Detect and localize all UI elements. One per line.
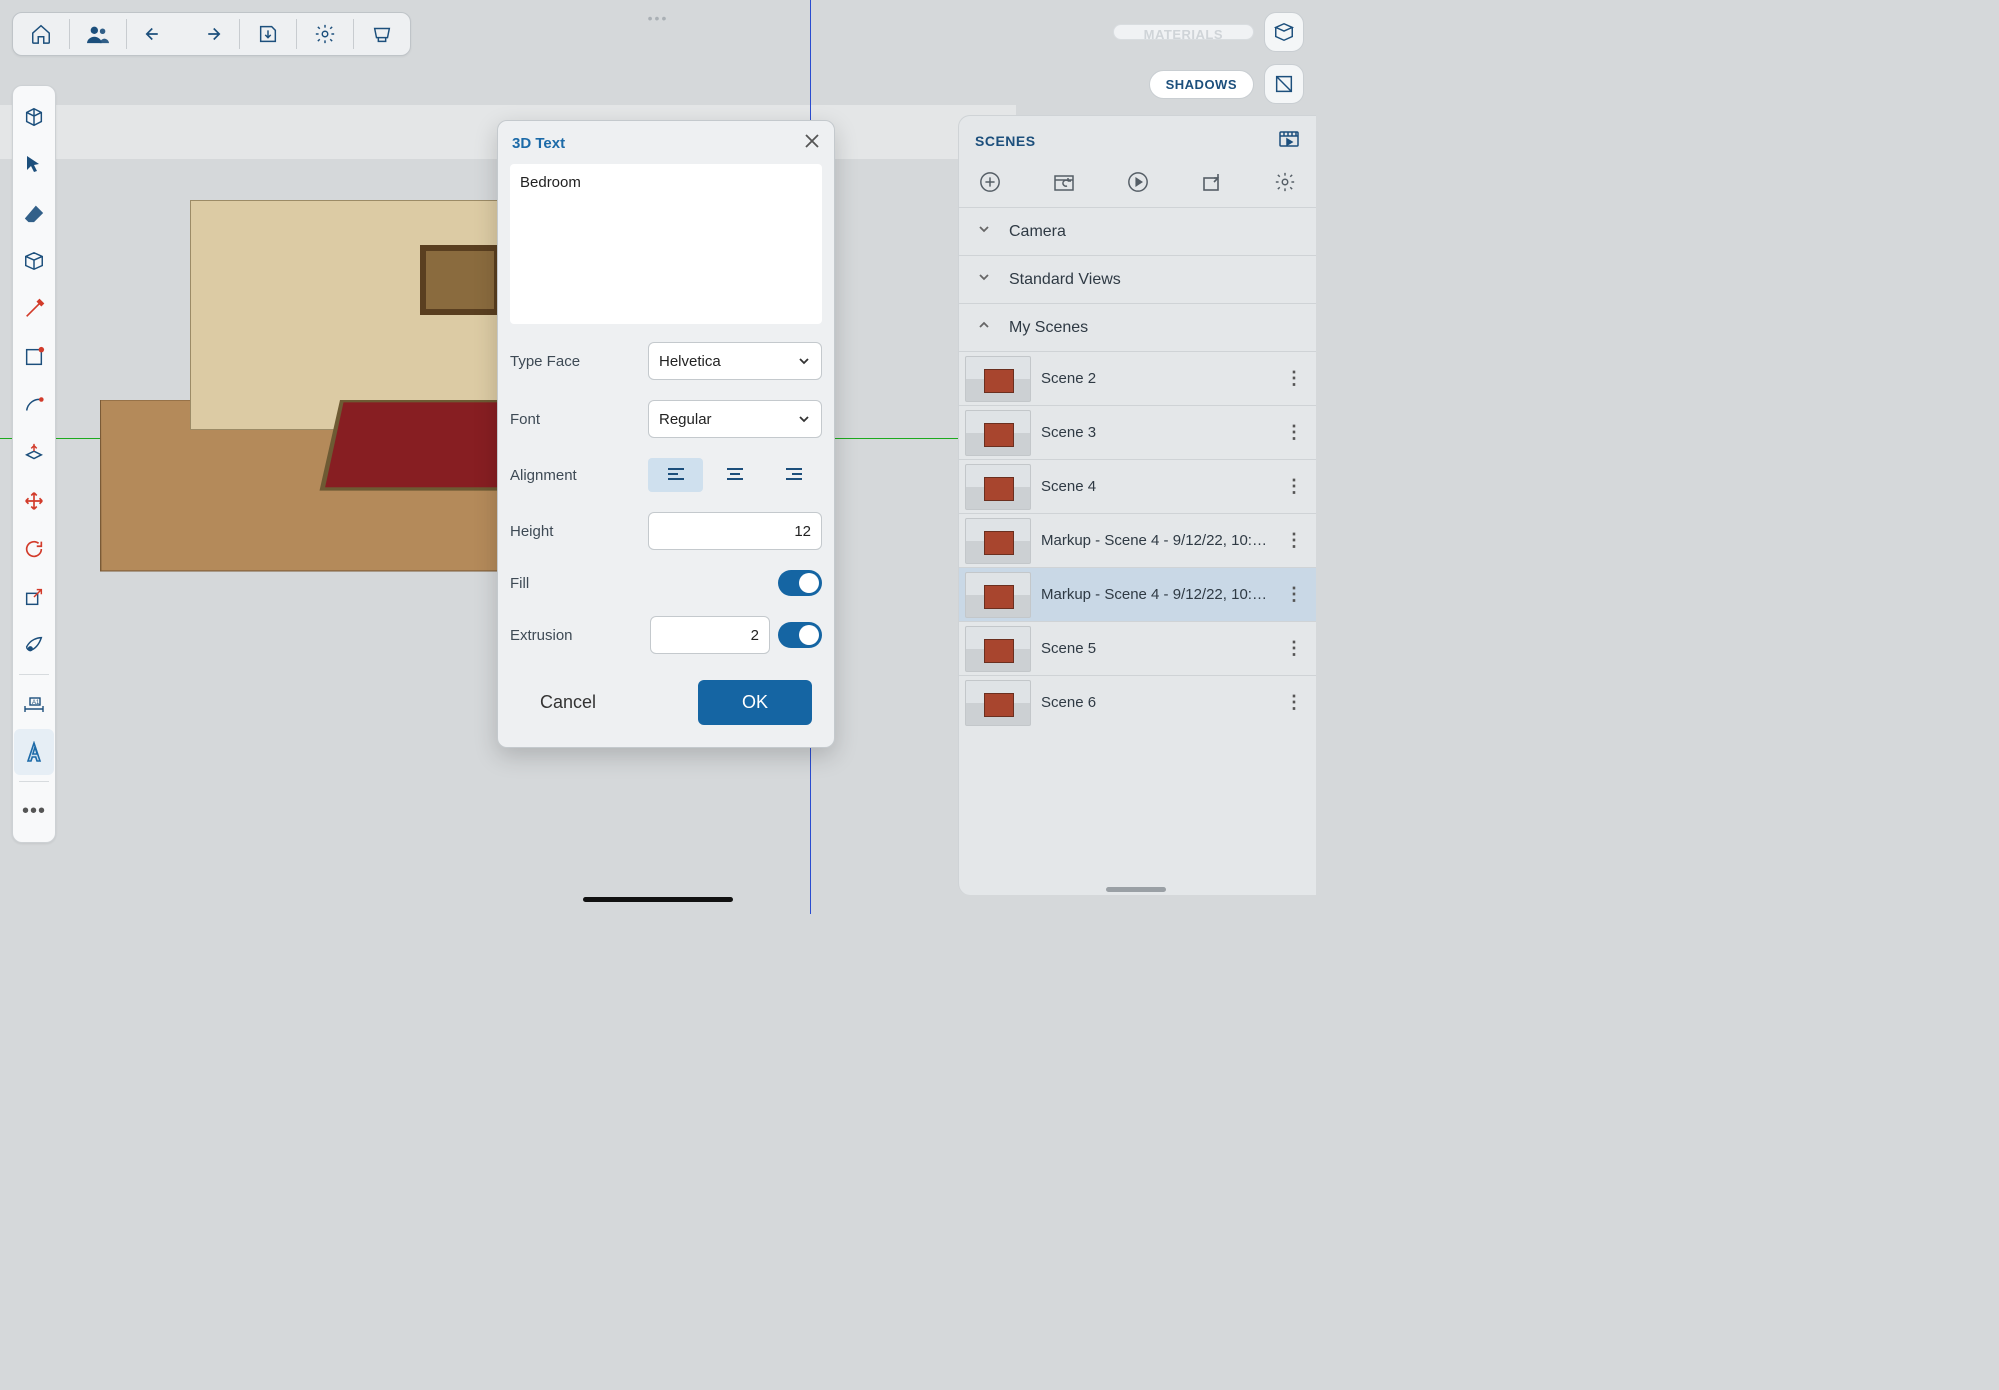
accordion-standard-views[interactable]: Standard Views bbox=[959, 255, 1316, 303]
typeface-select[interactable]: Helvetica bbox=[648, 342, 822, 380]
shadows-panel-button[interactable] bbox=[1264, 64, 1304, 104]
close-icon[interactable] bbox=[804, 133, 820, 154]
scene-row[interactable]: Scene 5 ⋮ bbox=[959, 621, 1316, 675]
scene-row[interactable]: Markup - Scene 4 - 9/12/22, 10:27 AM ⋮ bbox=[959, 513, 1316, 567]
scene-more-icon[interactable]: ⋮ bbox=[1279, 692, 1308, 713]
home-button[interactable] bbox=[13, 13, 69, 55]
scenes-animation-icon[interactable] bbox=[1278, 128, 1300, 153]
3d-text-tool[interactable] bbox=[14, 729, 54, 775]
scene-more-icon[interactable]: ⋮ bbox=[1279, 368, 1308, 389]
top-toolbar bbox=[12, 12, 411, 56]
extrusion-toggle[interactable] bbox=[778, 622, 822, 648]
orbit-tool[interactable] bbox=[14, 94, 54, 140]
paint-tool[interactable] bbox=[14, 622, 54, 668]
extrusion-label: Extrusion bbox=[510, 627, 573, 644]
scene-thumbnail bbox=[965, 626, 1031, 672]
scene-row[interactable]: Scene 6 ⋮ bbox=[959, 675, 1316, 729]
font-label: Font bbox=[510, 411, 540, 428]
alignment-label: Alignment bbox=[510, 467, 577, 484]
scene-thumbnail bbox=[965, 572, 1031, 618]
text-input[interactable]: Bedroom bbox=[510, 164, 822, 324]
fill-toggle[interactable] bbox=[778, 570, 822, 596]
chevron-down-icon bbox=[797, 354, 811, 368]
font-select[interactable]: Regular bbox=[648, 400, 822, 438]
scene-more-icon[interactable]: ⋮ bbox=[1279, 584, 1308, 605]
select-tool[interactable] bbox=[14, 142, 54, 188]
scene-thumbnail bbox=[965, 464, 1031, 510]
pushpull-tool[interactable] bbox=[14, 430, 54, 476]
cancel-button[interactable]: Cancel bbox=[520, 682, 616, 723]
materials-panel-button[interactable] bbox=[1264, 12, 1304, 52]
play-scene-button[interactable] bbox=[1123, 167, 1153, 197]
home-indicator bbox=[583, 897, 733, 902]
scene-label: Scene 2 bbox=[1041, 370, 1269, 387]
settings-button[interactable] bbox=[297, 13, 353, 55]
scene-row[interactable]: Scene 3 ⋮ bbox=[959, 405, 1316, 459]
svg-text:A1: A1 bbox=[32, 700, 40, 706]
align-right-button[interactable] bbox=[767, 458, 822, 492]
line-tool[interactable] bbox=[14, 286, 54, 332]
dialog-title: 3D Text bbox=[512, 135, 565, 152]
scene-row[interactable]: Markup - Scene 4 - 9/12/22, 10:35 AM ⋮ bbox=[959, 567, 1316, 621]
scene-label: Scene 3 bbox=[1041, 424, 1269, 441]
scene-label: Scene 6 bbox=[1041, 694, 1269, 711]
scene-thumbnail bbox=[965, 356, 1031, 402]
rotate-tool[interactable] bbox=[14, 526, 54, 572]
height-label: Height bbox=[510, 523, 553, 540]
scene-thumbnail bbox=[965, 410, 1031, 456]
align-left-button[interactable] bbox=[648, 458, 703, 492]
add-scene-button[interactable] bbox=[975, 167, 1005, 197]
print-button[interactable] bbox=[354, 13, 410, 55]
scene-more-icon[interactable]: ⋮ bbox=[1279, 530, 1308, 551]
scene-row[interactable]: Scene 4 ⋮ bbox=[959, 459, 1316, 513]
scenes-title: SCENES bbox=[975, 133, 1036, 149]
panel-resize-handle[interactable] bbox=[1106, 887, 1166, 892]
fill-label: Fill bbox=[510, 575, 529, 592]
tool-rail: A1 ••• bbox=[12, 85, 56, 843]
window-grabber[interactable]: ••• bbox=[648, 10, 669, 26]
scene-more-icon[interactable]: ⋮ bbox=[1279, 476, 1308, 497]
update-scene-button[interactable] bbox=[1049, 167, 1079, 197]
export-scene-button[interactable] bbox=[1196, 167, 1226, 197]
accordion-camera[interactable]: Camera bbox=[959, 207, 1316, 255]
scene-settings-button[interactable] bbox=[1270, 167, 1300, 197]
scene-thumbnail bbox=[965, 518, 1031, 564]
rectangle-tool[interactable] bbox=[14, 238, 54, 284]
accordion-my-scenes[interactable]: My Scenes bbox=[959, 303, 1316, 351]
right-panel-toggles: MATERIALS SHADOWS bbox=[1113, 12, 1304, 104]
scene-label: Scene 5 bbox=[1041, 640, 1269, 657]
chevron-down-icon bbox=[797, 412, 811, 426]
more-tools[interactable]: ••• bbox=[14, 788, 54, 834]
dimension-tool[interactable]: A1 bbox=[14, 681, 54, 727]
undo-button[interactable] bbox=[127, 13, 183, 55]
scene-list: Scene 2⋮Scene 3⋮Scene 4⋮Markup - Scene 4… bbox=[959, 351, 1316, 729]
scene-more-icon[interactable]: ⋮ bbox=[1279, 422, 1308, 443]
shapes-tool[interactable] bbox=[14, 334, 54, 380]
arc-tool[interactable] bbox=[14, 382, 54, 428]
collaborators-button[interactable] bbox=[70, 13, 126, 55]
height-input[interactable]: 12 bbox=[648, 512, 822, 550]
scene-label: Markup - Scene 4 - 9/12/22, 10:35 AM bbox=[1041, 586, 1269, 603]
materials-pill[interactable]: MATERIALS bbox=[1113, 24, 1254, 40]
redo-button[interactable] bbox=[183, 13, 239, 55]
scenes-panel: SCENES Camera Standard Views My Scenes S… bbox=[958, 115, 1316, 895]
typeface-label: Type Face bbox=[510, 353, 580, 370]
3d-text-dialog: 3D Text Bedroom Type Face Helvetica Font… bbox=[497, 120, 835, 748]
align-center-button[interactable] bbox=[707, 458, 762, 492]
import-button[interactable] bbox=[240, 13, 296, 55]
eraser-tool[interactable] bbox=[14, 190, 54, 236]
extrusion-input[interactable]: 2 bbox=[650, 616, 770, 654]
ok-button[interactable]: OK bbox=[698, 680, 812, 725]
scene-label: Scene 4 bbox=[1041, 478, 1269, 495]
shadows-pill[interactable]: SHADOWS bbox=[1149, 70, 1254, 99]
scene-thumbnail bbox=[965, 680, 1031, 726]
scene-more-icon[interactable]: ⋮ bbox=[1279, 638, 1308, 659]
scene-row[interactable]: Scene 2 ⋮ bbox=[959, 351, 1316, 405]
move-tool[interactable] bbox=[14, 478, 54, 524]
scale-tool[interactable] bbox=[14, 574, 54, 620]
scene-label: Markup - Scene 4 - 9/12/22, 10:27 AM bbox=[1041, 532, 1269, 549]
